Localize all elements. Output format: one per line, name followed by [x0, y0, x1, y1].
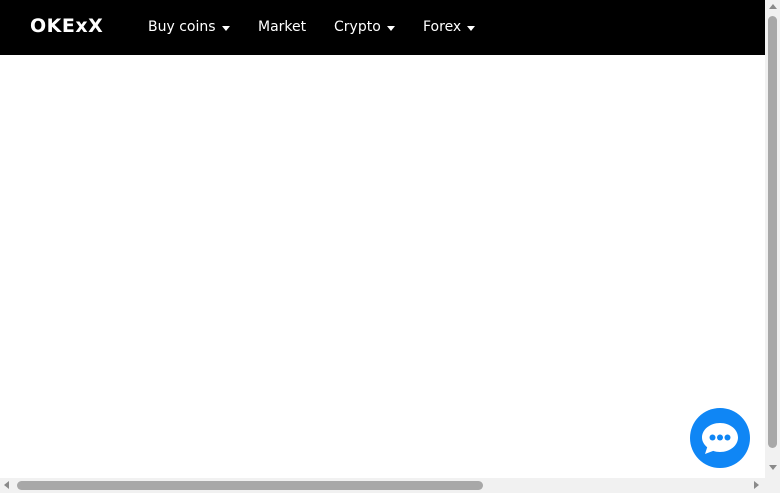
scroll-up-arrow-icon[interactable]	[769, 4, 777, 9]
caret-down-icon	[467, 25, 476, 31]
horizontal-scrollbar[interactable]	[0, 478, 765, 493]
chat-support-button[interactable]	[690, 408, 750, 468]
page-viewport: OKExX Buy coins Market Crypto Forex	[0, 0, 765, 478]
horizontal-scroll-thumb[interactable]	[17, 481, 483, 490]
scroll-down-arrow-icon[interactable]	[769, 465, 777, 470]
vertical-scrollbar[interactable]	[765, 0, 780, 478]
nav-item-label: Buy coins	[148, 19, 216, 35]
caret-down-icon	[221, 25, 230, 31]
nav-item-label: Forex	[423, 19, 462, 35]
scroll-left-arrow-icon[interactable]	[4, 481, 9, 489]
caret-down-icon	[386, 25, 395, 31]
nav-item-forex[interactable]: Forex	[423, 19, 476, 35]
nav-item-buy-coins[interactable]: Buy coins	[148, 19, 230, 35]
scroll-right-arrow-icon[interactable]	[754, 481, 759, 489]
nav-item-market[interactable]: Market	[258, 19, 306, 35]
scrollbar-corner	[765, 478, 780, 493]
nav-item-label: Market	[258, 19, 307, 35]
nav-item-crypto[interactable]: Crypto	[334, 19, 395, 35]
nav-item-label: Crypto	[334, 19, 381, 35]
top-navbar: OKExX Buy coins Market Crypto Forex	[0, 0, 765, 55]
vertical-scroll-thumb[interactable]	[768, 16, 777, 448]
chat-bubble-icon	[702, 423, 738, 454]
brand-logo[interactable]: OKExX	[30, 15, 103, 37]
